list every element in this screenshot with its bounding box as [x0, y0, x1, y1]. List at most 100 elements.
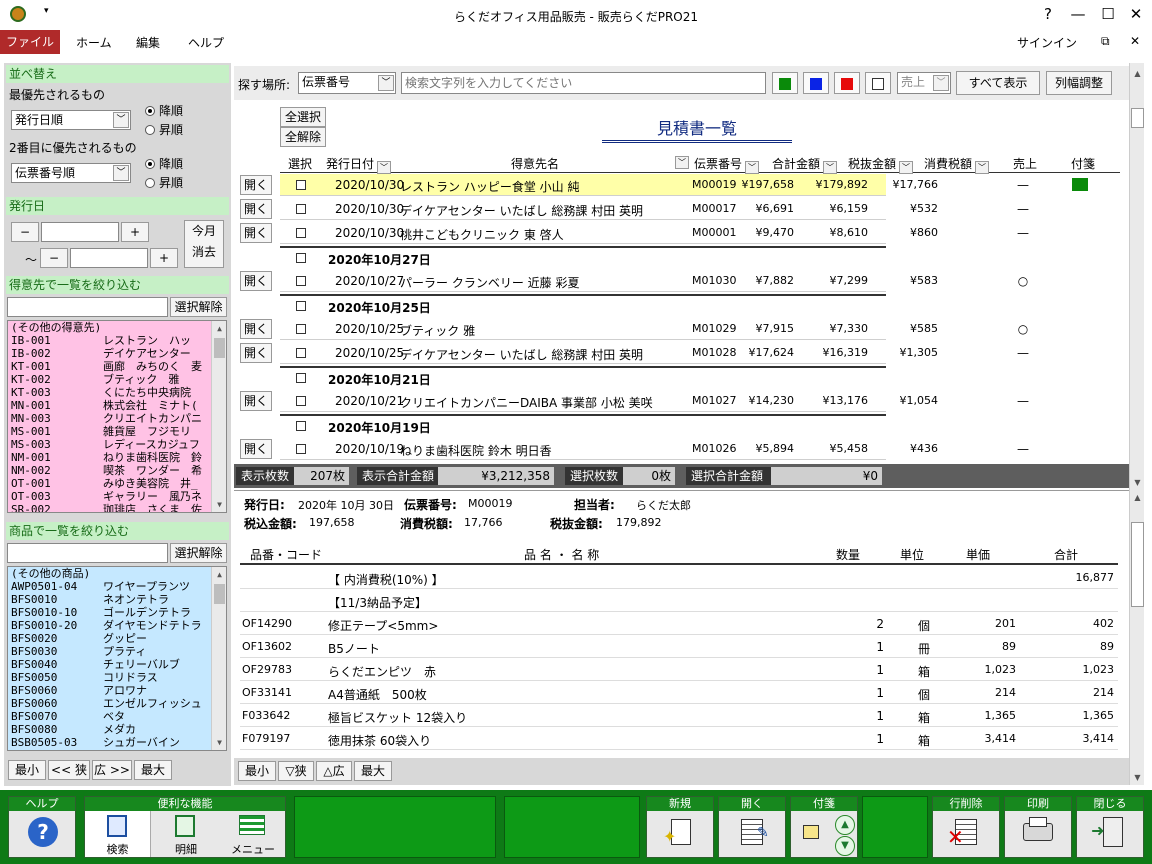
group-checkbox[interactable] [296, 373, 306, 383]
sort-second-desc-radio[interactable]: 降順 [145, 155, 183, 172]
sort-first-asc-radio[interactable]: 昇順 [145, 121, 183, 138]
estimate-row[interactable]: 2020/10/30 桃井こどもクリニック 東 啓人 M00001 [280, 222, 886, 244]
customer-list-item[interactable]: (その他の得意先) [8, 321, 226, 334]
scroll-down-icon[interactable]: ▼ [1130, 770, 1145, 785]
menu-tool-button[interactable]: メニュー [221, 811, 285, 857]
minimize-button[interactable]: — [1063, 5, 1093, 23]
detail-row[interactable]: F079197 徳用抹茶 60袋入り 1 箱 3,414 3,414 [240, 727, 1118, 750]
chevron-down-icon[interactable]: ﹀ [975, 161, 990, 174]
tag-down-button[interactable]: ▼ [835, 836, 855, 856]
row-checkbox[interactable] [296, 204, 306, 214]
list-scrollbar[interactable]: ▲ ▼ [1129, 63, 1144, 490]
detail-row[interactable]: OF14290 修正テープ<5mm> 2 個 201 402 [240, 612, 1118, 635]
open-row-button[interactable]: 開く [240, 199, 272, 219]
search-field-select[interactable]: 伝票番号 ﹀ [298, 72, 396, 94]
left-zoom-min-button[interactable]: 最小 [8, 760, 46, 780]
close-app-button[interactable]: 閉じる ➜ [1076, 796, 1144, 858]
sort-first-select[interactable]: 発行日順 ﹀ [11, 110, 131, 130]
product-list-item[interactable]: BFS0040 チェリーバルブ [8, 658, 226, 671]
sort-second-asc-radio[interactable]: 昇順 [145, 174, 183, 191]
date-to-plus-button[interactable]: + [150, 248, 178, 268]
help-button[interactable]: ヘルプ ? [8, 796, 76, 858]
deselect-all-button[interactable]: 全解除 [280, 127, 326, 147]
menu-edit[interactable]: 編集 [136, 34, 160, 51]
row-checkbox[interactable] [296, 180, 306, 190]
green-tag-icon[interactable] [1072, 178, 1088, 191]
estimate-row[interactable]: 2020/10/30 レストラン ハッピー食堂 小山 純 M00019 [280, 174, 886, 196]
estimate-row[interactable]: 2020/10/25 ブティック 雅 M01029 [280, 318, 886, 340]
row-checkbox[interactable] [296, 324, 306, 334]
left-zoom-wide-button[interactable]: 広 >> [92, 760, 132, 780]
product-list-item[interactable]: (その他の商品) [8, 567, 226, 580]
chevron-down-icon[interactable]: ﹀ [933, 75, 949, 91]
this-month-button[interactable]: 今月 消去 [184, 220, 224, 268]
filter-green-button[interactable] [772, 72, 798, 94]
customer-list-item[interactable]: KT-002 ブティック 雅 [8, 373, 226, 386]
customer-list-item[interactable]: OT-001 みゆき美容院 井_ [8, 477, 226, 490]
open-row-button[interactable]: 開く [240, 319, 272, 339]
delete-row-button[interactable]: 行削除 ✕ [932, 796, 1000, 858]
customer-list-item[interactable]: KT-001 画廊 みちのく 麦 [8, 360, 226, 373]
customer-listbox[interactable]: (その他の得意先) IB-001 レストラン ハッ IB-002 デイケアセンター KT-… [7, 320, 227, 513]
customer-list-item[interactable]: KT-003 くにたち中央病院 [8, 386, 226, 399]
detail-zoom-narrow-button[interactable]: ▽狭 [278, 761, 314, 781]
scroll-down-icon[interactable]: ▼ [212, 735, 226, 750]
tag-up-button[interactable]: ▲ [835, 815, 855, 835]
customer-search-input[interactable] [7, 297, 168, 317]
product-list-item[interactable]: BSB0505-03 シュガーバイン [8, 736, 226, 749]
detail-zoom-max-button[interactable]: 最大 [354, 761, 392, 781]
customer-list-item[interactable]: OT-003 ギャラリー 風乃ネ [8, 490, 226, 503]
scroll-down-icon[interactable]: ▼ [212, 497, 226, 512]
column-width-button[interactable]: 列幅調整 [1046, 71, 1112, 95]
scroll-thumb[interactable] [214, 338, 225, 358]
col-pretax[interactable]: 税抜金額 ﹀ [848, 155, 914, 174]
left-zoom-narrow-button[interactable]: << 狭 [48, 760, 90, 780]
tag-button[interactable] [793, 813, 833, 857]
estimate-row[interactable]: 2020/10/19 ねりま歯科医院 鈴木 明日香 M01026 [280, 438, 886, 460]
customer-list-scrollbar[interactable]: ▲ ▼ [211, 321, 226, 512]
estimate-row[interactable]: 2020/10/21 クリエイトカンパニーDAIBA 事業部 小松 美咲 M0102… [280, 390, 886, 412]
open-row-button[interactable]: 開く [240, 391, 272, 411]
col-tax[interactable]: 消費税額 ﹀ [924, 155, 990, 174]
product-list-item[interactable]: BFS0010-20 ダイヤモンドテトラ [8, 619, 226, 632]
chevron-down-icon[interactable]: ﹀ [113, 165, 129, 181]
ribbon-collapse-icon[interactable]: ⧉ [1101, 34, 1110, 49]
product-list-item[interactable]: BFS0010-10 ゴールデンテトラ [8, 606, 226, 619]
col-slip[interactable]: 伝票番号 ﹀ [694, 155, 760, 174]
date-from-plus-button[interactable]: + [121, 222, 149, 242]
product-search-input[interactable] [7, 543, 168, 563]
details-tool-button[interactable]: 明細 [153, 811, 219, 857]
col-date[interactable]: 発行日付 ﹀ [326, 155, 392, 174]
estimate-row[interactable]: 2020/10/25 デイケアセンター いたばし 総務課 村田 英明 M01028 [280, 342, 886, 364]
maximize-button[interactable]: ☐ [1093, 5, 1123, 23]
product-list-item[interactable]: AWP0501-04 ワイヤープランツ [8, 580, 226, 593]
detail-scrollbar[interactable]: ▲ ▼ [1129, 490, 1144, 785]
date-to-minus-button[interactable]: − [40, 248, 68, 268]
product-list-scrollbar[interactable]: ▲ ▼ [211, 567, 226, 750]
help-icon[interactable]: ? [1033, 5, 1063, 23]
menu-home[interactable]: ホーム [76, 34, 112, 51]
detail-row[interactable]: 【11/3納品予定】 [240, 589, 1118, 612]
detail-row[interactable]: OF13602 B5ノート 1 冊 89 89 [240, 635, 1118, 658]
date-to-field[interactable] [70, 248, 148, 268]
open-button[interactable]: 開く ✎ [718, 796, 786, 858]
sort-first-desc-radio[interactable]: 降順 [145, 102, 183, 119]
sort-second-select[interactable]: 伝票番号順 ﹀ [11, 163, 131, 183]
product-clear-button[interactable]: 選択解除 [170, 543, 227, 563]
scroll-up-icon[interactable]: ▲ [1130, 66, 1145, 81]
detail-zoom-wide-button[interactable]: △広 [316, 761, 352, 781]
detail-row[interactable]: 【 内消費税(10%) 】 16,877 [240, 566, 1118, 589]
select-all-button[interactable]: 全選択 [280, 107, 326, 127]
customer-list-item[interactable]: MN-001 株式会社 ミナト( [8, 399, 226, 412]
chevron-down-icon[interactable]: ﹀ [377, 161, 392, 174]
left-zoom-max-button[interactable]: 最大 [134, 760, 172, 780]
customer-list-item[interactable]: MN-003 クリエイトカンパニ [8, 412, 226, 425]
scroll-up-icon[interactable]: ▲ [212, 567, 226, 582]
detail-row[interactable]: OF29783 らくだエンピツ 赤 1 箱 1,023 1,023 [240, 658, 1118, 681]
filter-none-button[interactable] [865, 72, 891, 94]
show-all-button[interactable]: すべて表示 [956, 71, 1040, 95]
customer-list-item[interactable]: NM-002 喫茶 ワンダー 希 [8, 464, 226, 477]
search-input[interactable] [401, 72, 766, 94]
open-row-button[interactable]: 開く [240, 175, 272, 195]
scroll-down-icon[interactable]: ▼ [1130, 475, 1145, 490]
